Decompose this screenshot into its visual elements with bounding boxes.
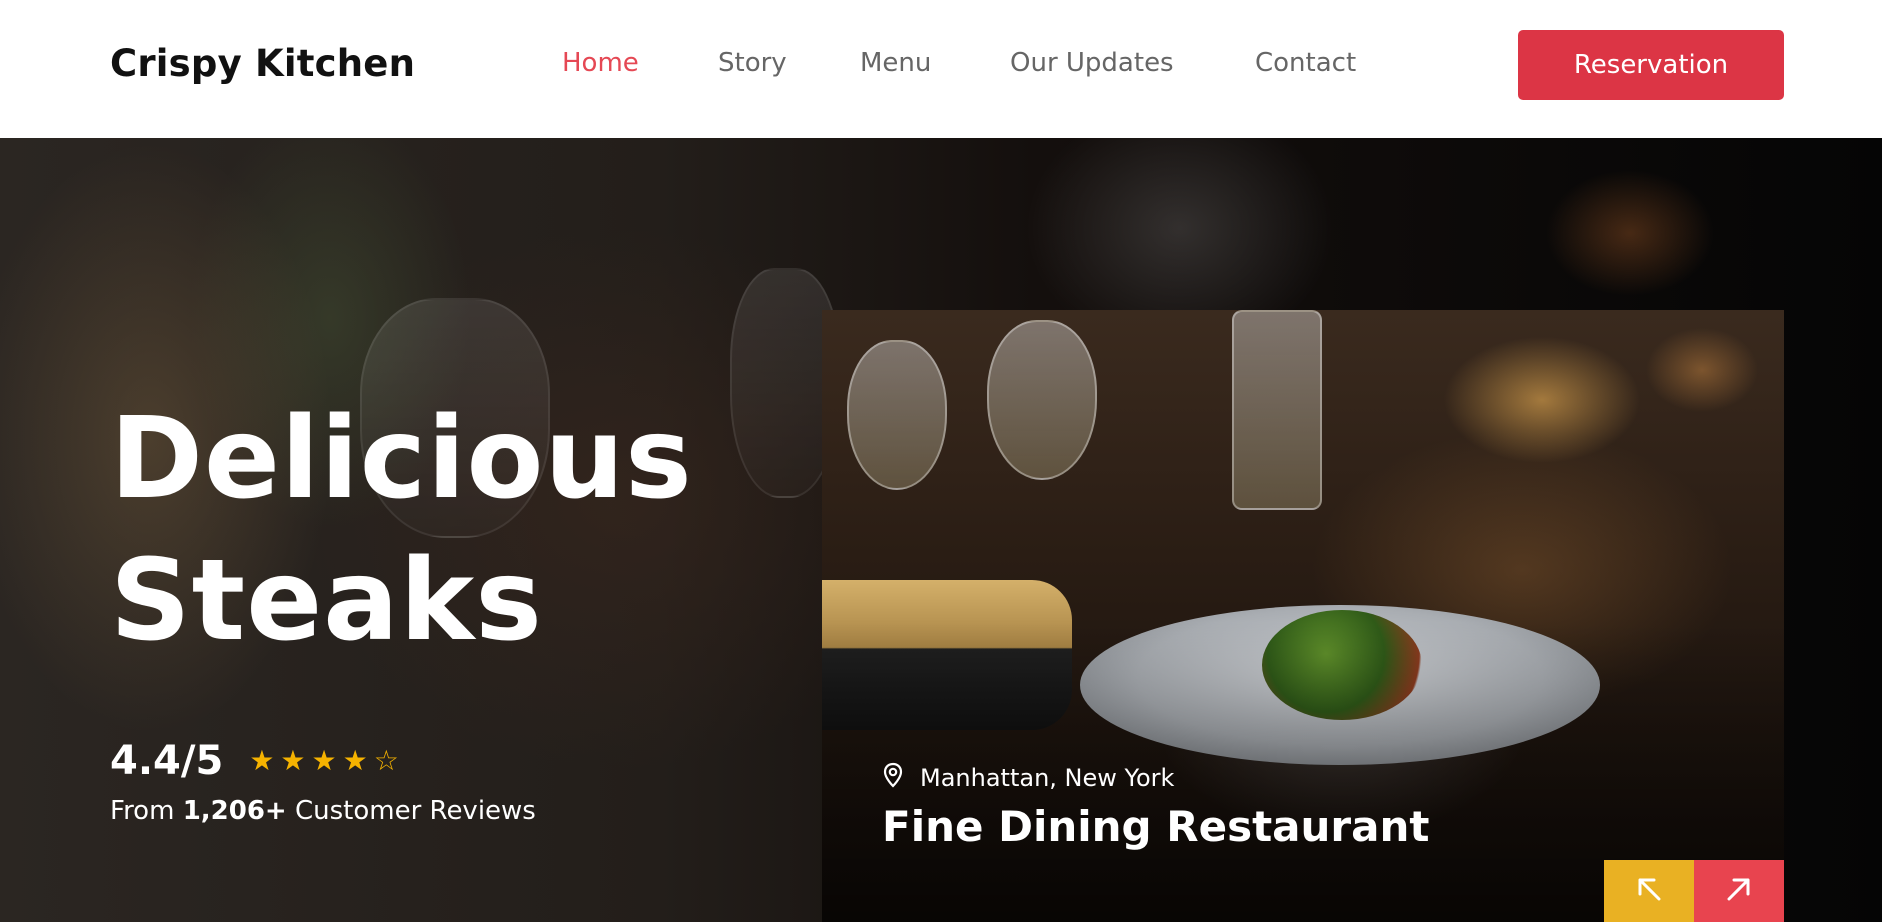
nav-contact[interactable]: Contact [1255, 48, 1356, 78]
card-title: Fine Dining Restaurant [882, 802, 1430, 851]
hero-title-line-2: Steaks [110, 536, 543, 666]
reviews-count: 1,206+ [182, 796, 287, 826]
star-filled-icon: ★ [342, 745, 368, 776]
hero-title: Delicious Steaks [110, 388, 693, 672]
food-dish-image [1262, 610, 1422, 720]
reviews-prefix: From [110, 796, 175, 826]
wine-glass-image [847, 340, 947, 490]
featured-restaurant-card[interactable]: Manhattan, New York Fine Dining Restaura… [822, 310, 1784, 922]
rating-value: 4.4/5 [110, 738, 224, 784]
nav-story[interactable]: Story [718, 48, 787, 78]
star-filled-icon: ★ [280, 745, 306, 776]
card-location-text: Manhattan, New York [920, 764, 1175, 792]
site-header: Crispy Kitchen Home Story Menu Our Updat… [0, 0, 1882, 138]
nav-home[interactable]: Home [562, 48, 639, 78]
star-filled-icon: ★ [249, 745, 275, 776]
nav-menu[interactable]: Menu [860, 48, 931, 78]
rating-row: 4.4/5 ★ ★ ★ ★ ☆ [110, 738, 399, 784]
reviews-summary: From 1,206+ Customer Reviews [110, 796, 536, 826]
carousel-prev-button[interactable] [1604, 860, 1694, 922]
water-glass-image [1232, 310, 1322, 510]
bread-basket-image [822, 580, 1072, 730]
nav-our-updates[interactable]: Our Updates [1010, 48, 1174, 78]
hero-title-line-1: Delicious [110, 394, 693, 524]
reviews-suffix: Customer Reviews [294, 796, 536, 826]
hero-section: Delicious Steaks 4.4/5 ★ ★ ★ ★ ☆ From 1,… [0, 138, 1882, 922]
reservation-button[interactable]: Reservation [1518, 30, 1784, 100]
dinner-plate-image [1080, 605, 1600, 765]
carousel-next-button[interactable] [1694, 860, 1784, 922]
star-filled-icon: ★ [311, 745, 337, 776]
map-pin-icon [882, 762, 904, 794]
arrow-up-right-icon [1722, 872, 1756, 911]
wine-glass-image [987, 320, 1097, 480]
star-empty-icon: ☆ [373, 745, 399, 776]
arrow-up-left-icon [1632, 872, 1666, 911]
card-location: Manhattan, New York [882, 762, 1174, 794]
star-rating: ★ ★ ★ ★ ☆ [249, 747, 399, 775]
brand-logo[interactable]: Crispy Kitchen [110, 42, 415, 85]
